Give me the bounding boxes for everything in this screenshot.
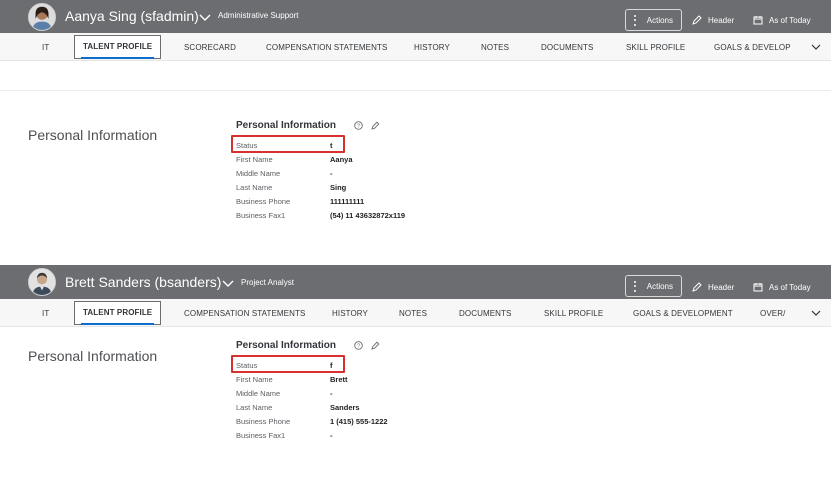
actions-label: Actions (646, 281, 673, 291)
field-label-business-fax: Business Fax1 (236, 211, 286, 220)
employee-panel-aanya: Aanya Sing (sfadmin) Administrative Supp… (0, 0, 831, 265)
as-of-today-label: As of Today (769, 282, 811, 292)
tab-compensation-statements[interactable]: COMPENSATION STATEMENTS (184, 309, 305, 318)
section-divider (0, 90, 831, 91)
employee-header-bar: Aanya Sing (sfadmin) Administrative Supp… (0, 0, 831, 33)
field-value-business-fax: - (330, 431, 333, 440)
field-label-last-name: Last Name (236, 183, 273, 192)
chevron-down-icon[interactable] (199, 12, 211, 22)
chevron-down-icon[interactable] (222, 278, 234, 288)
header-label: Header (708, 15, 735, 25)
field-label-middle-name: Middle Name (236, 389, 281, 398)
field-label-business-fax: Business Fax1 (236, 431, 286, 440)
tab-talent-profile[interactable]: TALENT PROFILE (74, 301, 162, 325)
edit-pencil-icon[interactable] (371, 341, 380, 350)
field-label-business-phone: Business Phone (236, 417, 291, 426)
tab-skill-profile[interactable]: SKILL PROFILE (544, 309, 603, 318)
field-value-middle-name: - (330, 169, 333, 178)
pencil-icon (692, 282, 702, 292)
field-label-middle-name: Middle Name (236, 169, 281, 178)
tab-partial-left[interactable]: IT (42, 43, 49, 52)
tab-goals-development[interactable]: GOALS & DEVELOP (714, 43, 791, 52)
field-value-last-name: Sing (330, 183, 347, 192)
actions-label: Actions (646, 15, 673, 25)
more-vertical-icon (634, 14, 637, 26)
field-value-business-phone: 111111111 (330, 197, 365, 206)
actions-button[interactable]: Actions (625, 9, 682, 31)
svg-text:?: ? (357, 124, 360, 130)
tab-history[interactable]: HISTORY (414, 43, 450, 52)
tab-goals-development[interactable]: GOALS & DEVELOPMENT (633, 309, 733, 318)
tab-bar: IT TALENT PROFILE SCORECARD COMPENSATION… (0, 33, 831, 61)
as-of-today-button[interactable]: As of Today (753, 282, 811, 292)
as-of-today-button[interactable]: As of Today (753, 15, 811, 25)
help-circle-icon[interactable]: ? (354, 121, 363, 130)
avatar[interactable] (28, 268, 56, 296)
field-label-first-name: First Name (236, 155, 273, 164)
field-label-last-name: Last Name (236, 403, 273, 412)
field-value-first-name: Brett (330, 375, 348, 384)
avatar-photo-icon (29, 269, 55, 295)
field-value-middle-name: - (330, 389, 333, 398)
section-title: Personal Information (28, 348, 158, 364)
status-highlight-box (231, 135, 345, 153)
user-name[interactable]: Brett Sanders (bsanders) (65, 274, 221, 290)
form-title: Personal Information (236, 120, 337, 131)
help-circle-icon[interactable]: ? (354, 341, 363, 350)
calendar-icon (753, 16, 763, 25)
header-toggle-button[interactable]: Header (692, 15, 734, 25)
svg-text:?: ? (357, 344, 360, 350)
tabs-more-chevron-icon[interactable] (811, 309, 821, 317)
as-of-today-label: As of Today (769, 15, 811, 25)
tab-compensation-statements[interactable]: COMPENSATION STATEMENTS (266, 43, 387, 52)
actions-button[interactable]: Actions (625, 275, 682, 297)
tab-history[interactable]: HISTORY (332, 309, 368, 318)
tab-bar: IT TALENT PROFILE COMPENSATION STATEMENT… (0, 299, 831, 327)
employee-panel-brett: Brett Sanders (bsanders) Project Analyst… (0, 265, 831, 481)
field-value-first-name: Aanya (330, 155, 353, 164)
tab-scorecard[interactable]: SCORECARD (184, 43, 236, 52)
user-role: Project Analyst (241, 278, 294, 287)
avatar-photo-icon (29, 4, 55, 30)
tab-documents[interactable]: DOCUMENTS (459, 309, 511, 318)
more-vertical-icon (634, 280, 637, 292)
tab-notes[interactable]: NOTES (399, 309, 427, 318)
user-role: Administrative Support (218, 11, 299, 20)
field-label-first-name: First Name (236, 375, 273, 384)
field-value-business-phone: 1 (415) 555-1222 (330, 417, 388, 426)
field-value-business-fax: (54) 11 43632872x119 (330, 211, 406, 220)
calendar-icon (753, 283, 763, 292)
pencil-icon (692, 15, 702, 25)
edit-pencil-icon[interactable] (371, 121, 380, 130)
field-label-business-phone: Business Phone (236, 197, 291, 206)
tab-skill-profile[interactable]: SKILL PROFILE (626, 43, 685, 52)
tab-documents[interactable]: DOCUMENTS (541, 43, 593, 52)
tab-overview-partial[interactable]: OVER/ (760, 309, 785, 318)
employee-header-bar: Brett Sanders (bsanders) Project Analyst… (0, 265, 831, 299)
form-title: Personal Information (236, 340, 337, 351)
tabs-more-chevron-icon[interactable] (811, 43, 821, 51)
section-title: Personal Information (28, 127, 158, 143)
header-toggle-button[interactable]: Header (692, 282, 734, 292)
user-name[interactable]: Aanya Sing (sfadmin) (65, 8, 199, 24)
tab-partial-left[interactable]: IT (42, 309, 49, 318)
status-highlight-box (231, 355, 345, 373)
tab-notes[interactable]: NOTES (481, 43, 509, 52)
header-label: Header (708, 282, 735, 292)
tab-talent-profile[interactable]: TALENT PROFILE (74, 35, 162, 59)
field-value-last-name: Sanders (330, 403, 360, 412)
avatar[interactable] (28, 3, 56, 31)
